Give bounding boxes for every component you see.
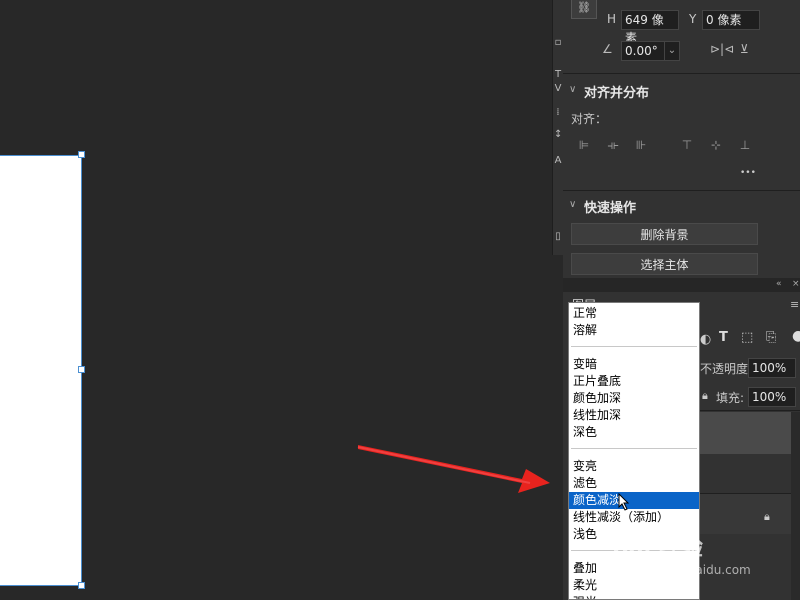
vertical-arrows-icon[interactable]: ↕ [554, 130, 562, 140]
y-input[interactable]: 0 像素 [702, 10, 760, 30]
mini-icon-1[interactable]: ▫ [554, 38, 562, 48]
mini-icon-4[interactable]: A [554, 156, 562, 166]
layer-row-background[interactable] [700, 494, 800, 534]
red-arrow-annotation [357, 445, 550, 493]
mini-icon-3[interactable]: ⁞ [554, 108, 562, 118]
blend-mode-option[interactable]: 滤色 [569, 475, 699, 492]
blend-mode-option[interactable]: 正片叠底 [569, 373, 699, 390]
separator [563, 73, 800, 74]
layers-scrollbar[interactable] [791, 412, 800, 600]
blend-mode-option[interactable]: 变亮 [569, 458, 699, 475]
quick-actions-title: 快速操作 [584, 201, 637, 216]
dropdown-separator [571, 346, 697, 347]
watermark-url: jingyan.baidu.com [640, 563, 751, 577]
smart-object-filter-icon[interactable]: ⎘ [766, 330, 776, 345]
transform-handle-middle-right[interactable] [78, 366, 85, 373]
dropdown-separator [571, 448, 697, 449]
align-top-icon[interactable]: ⊤ [680, 138, 694, 152]
opacity-input[interactable]: 100% [748, 358, 796, 378]
angle-input[interactable]: 0.00° [621, 41, 667, 61]
mini-icon-5[interactable]: ▯ [554, 232, 562, 242]
align-horizontal-center-icon[interactable]: ⟛ [606, 138, 620, 152]
blend-mode-option[interactable]: 颜色加深 [569, 390, 699, 407]
mini-icon-2[interactable]: V [554, 84, 562, 94]
blend-mode-option[interactable]: 强光 [569, 594, 699, 599]
height-input[interactable]: 649 像素 [621, 10, 679, 45]
document-canvas[interactable] [0, 155, 82, 586]
panel-menu-icon[interactable]: ≡ [790, 298, 799, 311]
baidu-jingyan-watermark: Bai 经验 [612, 536, 703, 561]
separator [700, 410, 800, 411]
select-subject-button[interactable]: 选择主体 [571, 253, 758, 275]
text-mini-icon[interactable]: T [554, 70, 562, 80]
align-vertical-center-icon[interactable]: ⊹ [709, 138, 723, 152]
remove-background-button[interactable]: 删除背景 [571, 223, 758, 245]
flip-horizontal-icon[interactable]: ⊳|⊲ [710, 42, 734, 56]
layers-panel-header-bar [563, 278, 800, 292]
mouse-cursor-icon [618, 493, 630, 511]
align-section-title: 对齐并分布 [584, 86, 650, 101]
height-label: H [607, 12, 617, 26]
more-options-icon[interactable]: ••• [740, 168, 756, 178]
transform-handle-bottom-right[interactable] [78, 582, 85, 589]
shape-filter-icon[interactable]: ⬚ [741, 330, 753, 345]
y-label: Y [689, 12, 697, 26]
layer-row[interactable] [700, 456, 800, 492]
angle-dropdown-icon[interactable]: ⌄ [664, 41, 680, 61]
lock-icon[interactable]: 🔒︎ [702, 389, 708, 403]
blend-mode-option[interactable]: 线性加深 [569, 407, 699, 424]
align-label: 对齐： [571, 112, 608, 126]
align-left-icon[interactable]: ⊫ [577, 138, 591, 152]
layer-row-selected[interactable] [700, 412, 800, 454]
filter-toggle-icon[interactable]: ● [792, 328, 800, 344]
blend-mode-option[interactable]: 变暗 [569, 356, 699, 373]
align-right-icon[interactable]: ⊪ [634, 138, 648, 152]
angle-icon: ∠ [602, 42, 613, 56]
adjustment-filter-icon[interactable]: ◐ [700, 332, 711, 347]
fill-input[interactable]: 100% [748, 387, 796, 407]
blend-mode-option[interactable]: 正常 [569, 305, 699, 322]
opacity-label: 不透明度: [700, 362, 753, 376]
canvas-area[interactable] [0, 0, 552, 600]
blend-mode-option[interactable]: 深色 [569, 424, 699, 441]
layer-lock-icon: 🔒︎ [764, 510, 770, 523]
blend-mode-option-selected[interactable]: 颜色减淡 [569, 492, 699, 509]
flip-vertical-icon[interactable]: ⊻ [740, 42, 749, 56]
blend-mode-option[interactable]: 柔光 [569, 577, 699, 594]
transform-handle-top-right[interactable] [78, 151, 85, 158]
text-filter-icon[interactable]: T [719, 330, 728, 345]
blend-mode-option[interactable]: 溶解 [569, 322, 699, 339]
link-chain-icon[interactable]: ⛓ [571, 0, 597, 19]
align-bottom-icon[interactable]: ⊥ [738, 138, 752, 152]
chevron-down-icon[interactable]: ∨ [569, 199, 576, 210]
collapse-panel-icon[interactable]: « [776, 279, 782, 289]
blend-mode-option[interactable]: 线性减淡（添加） [569, 509, 699, 526]
chevron-down-icon[interactable]: ∨ [569, 84, 576, 95]
close-panel-icon[interactable]: × [792, 279, 800, 289]
fill-label: 填充: [716, 391, 745, 405]
separator [563, 190, 800, 191]
